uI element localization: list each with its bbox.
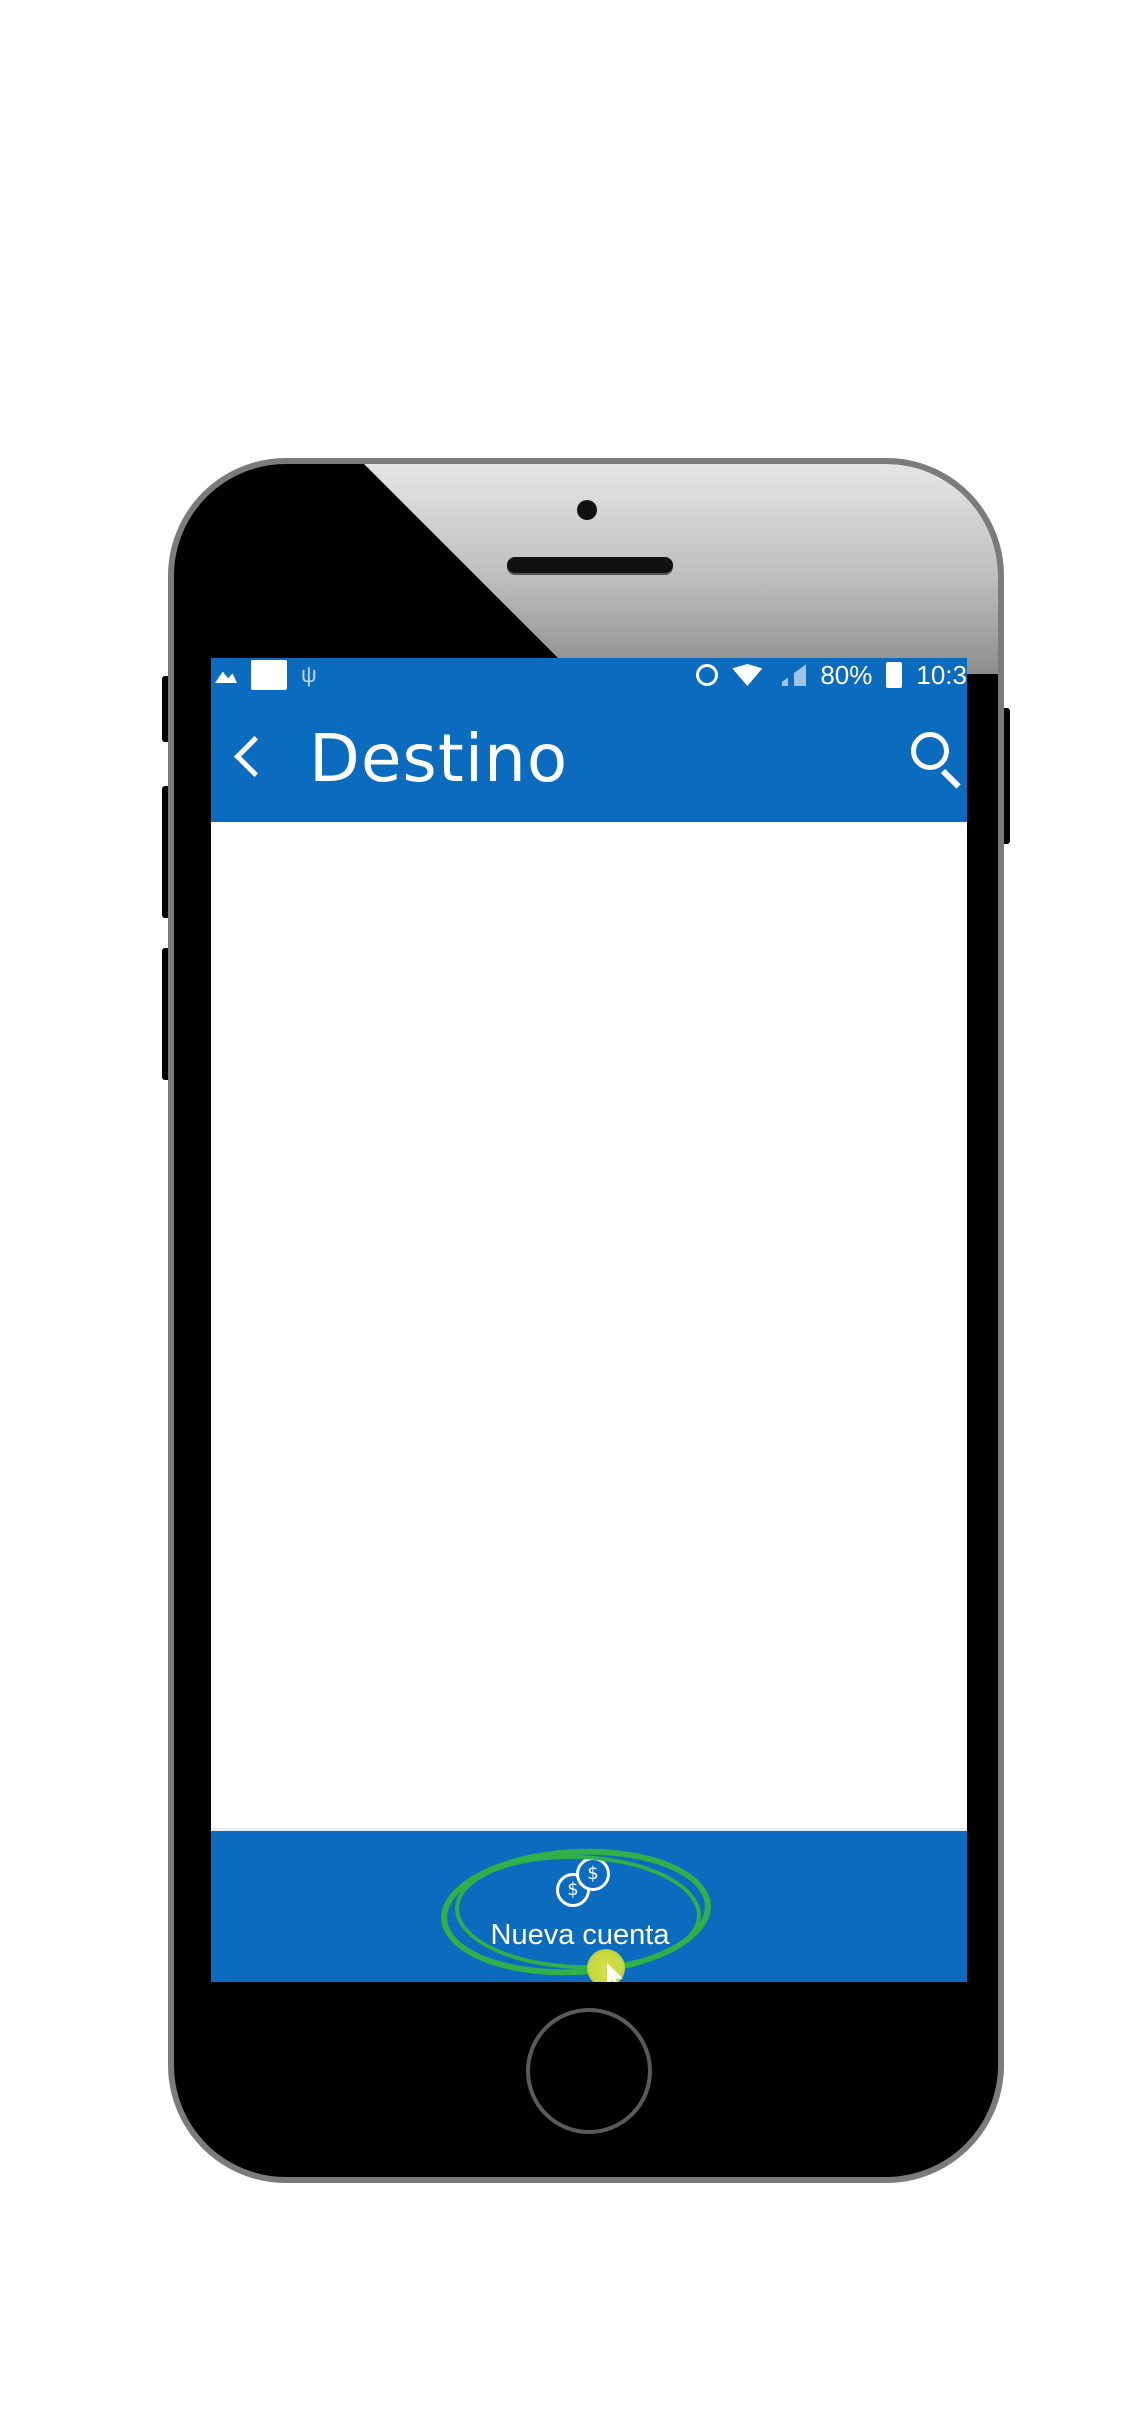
search-button[interactable] bbox=[901, 722, 967, 794]
front-camera bbox=[577, 500, 597, 520]
home-button[interactable] bbox=[526, 2008, 652, 2134]
battery-percent: 80% bbox=[820, 660, 873, 690]
screen: ψ 80% 10:3 Destino $ $ Nueva cuenta bbox=[211, 658, 967, 1982]
chevron-left-icon bbox=[233, 735, 275, 777]
notification-icon bbox=[251, 660, 287, 690]
destination-list bbox=[211, 822, 967, 1822]
battery-icon bbox=[886, 662, 903, 688]
alarm-icon bbox=[696, 664, 719, 686]
status-time: 10:3 bbox=[916, 660, 967, 690]
status-bar-left: ψ bbox=[215, 658, 317, 692]
usb-icon: ψ bbox=[301, 662, 317, 687]
coin-front-icon: $ bbox=[576, 1857, 610, 1891]
search-icon-handle bbox=[940, 768, 961, 789]
app-bar: Destino bbox=[211, 692, 967, 822]
wifi-icon bbox=[732, 664, 763, 686]
bottom-bar: $ $ Nueva cuenta bbox=[211, 1828, 967, 1982]
back-button[interactable] bbox=[221, 720, 277, 792]
earpiece-speaker bbox=[507, 557, 673, 573]
phone-frame: ψ 80% 10:3 Destino $ $ Nueva cuenta bbox=[168, 458, 1004, 2183]
page: ψ 80% 10:3 Destino $ $ Nueva cuenta bbox=[0, 0, 1125, 2436]
status-bar-right: 80% 10:3 bbox=[696, 658, 967, 692]
image-notification-icon bbox=[215, 671, 237, 683]
new-account-button[interactable]: $ $ Nueva cuenta bbox=[449, 1857, 711, 1967]
signal-icon bbox=[776, 664, 807, 686]
status-bar: ψ 80% 10:3 bbox=[211, 658, 967, 692]
page-title: Destino bbox=[309, 720, 569, 797]
new-account-label: Nueva cuenta bbox=[490, 1919, 670, 1951]
search-icon bbox=[911, 732, 949, 770]
coins-icon: $ $ bbox=[550, 1857, 610, 1907]
